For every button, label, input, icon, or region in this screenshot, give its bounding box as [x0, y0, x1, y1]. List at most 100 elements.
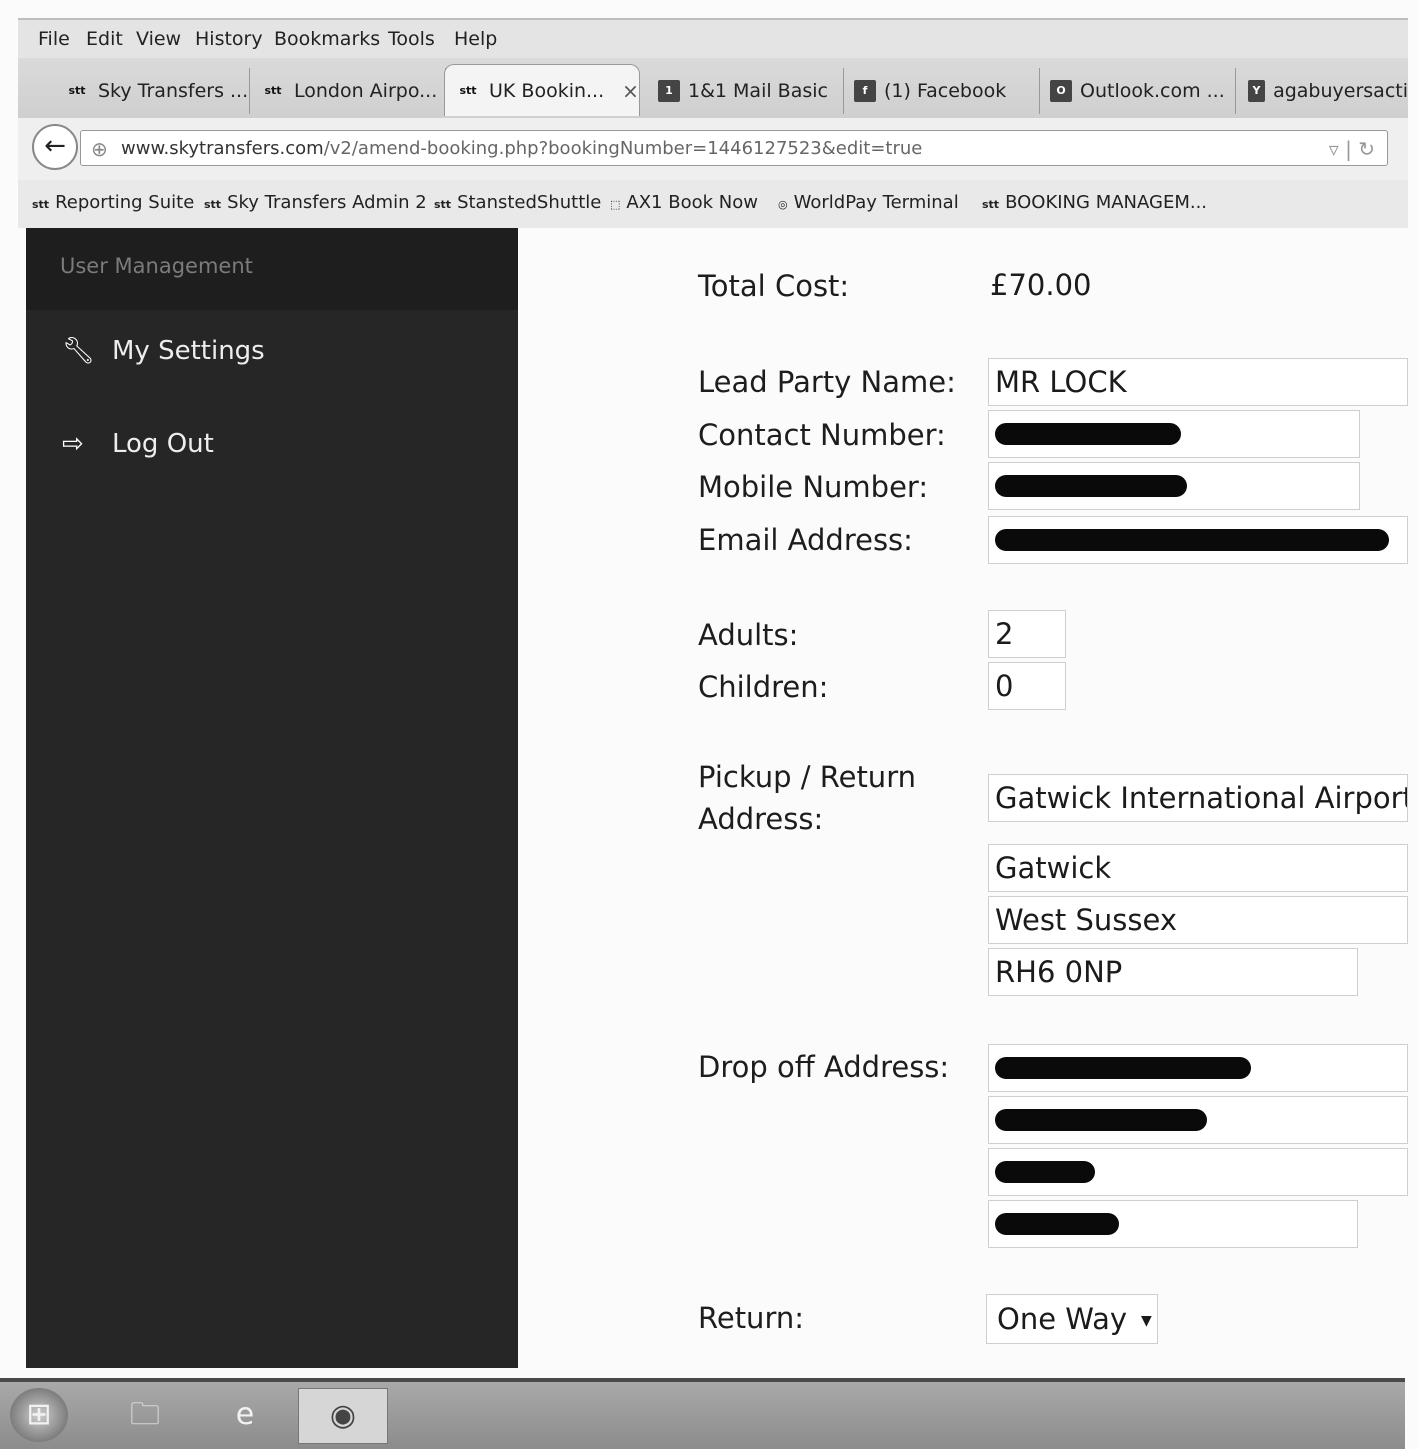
dropoff-address-label: Drop off Address:	[698, 1050, 950, 1084]
pickup-address-line2-input[interactable]: Gatwick	[988, 844, 1408, 892]
lead-party-input[interactable]: MR LOCK	[988, 358, 1408, 406]
pickup-postcode-value: RH6 0NP	[995, 955, 1123, 989]
tab-london-airport[interactable]: stt London Airpo...	[250, 68, 446, 114]
outlook-icon: O	[1050, 80, 1072, 102]
bookmarks-bar: stt Reporting Suite stt Sky Transfers Admi…	[18, 180, 1408, 228]
pickup-postcode-input[interactable]: RH6 0NP	[988, 948, 1358, 996]
tab-label: Outlook.com ...	[1080, 80, 1225, 102]
bookmark-stansted[interactable]: stt StanstedShuttle	[434, 192, 601, 213]
redaction-mark	[995, 475, 1187, 497]
pickup-address-label-line2: Address:	[698, 802, 824, 836]
email-address-input[interactable]	[988, 516, 1408, 564]
mobile-number-input[interactable]	[988, 462, 1360, 510]
navigation-bar: ← ⊕ www.skytransfers.com/v2/amend-bookin…	[18, 118, 1408, 180]
dropoff-address-line3-input[interactable]	[988, 1148, 1408, 1196]
folder-icon: 🗀	[130, 1397, 160, 1432]
tab-bar: stt Sky Transfers ... stt London Airpo..…	[18, 58, 1408, 118]
dropoff-address-line1-input[interactable]	[988, 1044, 1408, 1092]
adults-value: 2	[995, 617, 1014, 651]
children-label: Children:	[698, 670, 829, 704]
bookmark-label: Reporting Suite	[55, 192, 195, 213]
bookmark-reporting-suite[interactable]: stt Reporting Suite	[32, 192, 194, 213]
start-button[interactable]: ⊞	[10, 1388, 68, 1442]
sidebar-header: User Management	[26, 228, 518, 310]
bookmark-ax1[interactable]: ⬚ AX1 Book Now	[610, 192, 758, 213]
windows-taskbar: ⊞ 🗀 e ◉	[0, 1378, 1405, 1449]
tab-sky-transfers[interactable]: stt Sky Transfers ...	[54, 68, 250, 114]
sidebar-title: User Management	[60, 254, 253, 278]
tab-label: 1&1 Mail Basic	[688, 80, 828, 102]
facebook-icon: f	[854, 80, 876, 102]
return-type-select[interactable]: One Way ▼	[986, 1294, 1158, 1344]
close-tab-icon[interactable]: ×	[622, 79, 639, 103]
children-value: 0	[995, 669, 1014, 703]
menu-help[interactable]: Help	[454, 28, 497, 50]
windows-logo-icon: ⊞	[26, 1397, 52, 1432]
menu-file[interactable]: File	[38, 28, 70, 50]
menu-history[interactable]: History	[195, 28, 263, 50]
total-cost-field[interactable]: £70.00	[988, 262, 1114, 310]
bookmark-label: AX1 Book Now	[626, 192, 758, 213]
sidebar-item-label: Log Out	[112, 429, 214, 459]
menu-bar: File Edit View History Bookmarks Tools H…	[18, 18, 1408, 60]
menu-bookmarks[interactable]: Bookmarks	[274, 28, 380, 50]
bookmark-label: WorldPay Terminal	[793, 192, 959, 213]
dropoff-address-line2-input[interactable]	[988, 1096, 1408, 1144]
redaction-mark	[995, 1057, 1251, 1079]
reload-icon[interactable]: ▿ | ↻	[1329, 131, 1375, 165]
total-cost-value: £70.00	[990, 268, 1092, 302]
pickup-line2-value: Gatwick	[995, 851, 1112, 885]
children-input[interactable]: 0	[988, 662, 1066, 710]
menu-view[interactable]: View	[136, 28, 181, 50]
contact-number-label: Contact Number:	[698, 418, 946, 452]
bookmark-sky-admin[interactable]: stt Sky Transfers Admin 2	[204, 192, 427, 213]
return-label: Return:	[698, 1301, 805, 1335]
dropoff-postcode-input[interactable]	[988, 1200, 1358, 1248]
redaction-mark	[995, 1161, 1095, 1183]
firefox-icon: ◉	[329, 1398, 357, 1433]
bookmark-worldpay[interactable]: ◎ WorldPay Terminal	[778, 192, 959, 213]
tab-facebook[interactable]: f (1) Facebook	[844, 68, 1040, 114]
firefox-taskbar-button[interactable]: ◉	[298, 1388, 388, 1444]
skytransfers-icon: stt	[204, 198, 222, 211]
menu-tools[interactable]: Tools	[388, 28, 435, 50]
sidebar-item-log-out[interactable]: ⇨ Log Out	[62, 429, 214, 459]
tab-yahoo[interactable]: Y agabuyersacti	[1238, 68, 1408, 114]
contact-number-input[interactable]	[988, 410, 1360, 458]
skytransfers-icon: stt	[459, 83, 477, 97]
menu-edit[interactable]: Edit	[86, 28, 123, 50]
pickup-address-line1-input[interactable]: Gatwick International Airport	[988, 774, 1408, 822]
yahoo-icon: Y	[1248, 80, 1266, 102]
return-type-value: One Way	[997, 1302, 1128, 1336]
adults-input[interactable]: 2	[988, 610, 1066, 658]
internet-explorer-icon: e	[235, 1397, 255, 1432]
pickup-address-line3-input[interactable]: West Sussex	[988, 896, 1408, 944]
tab-mail[interactable]: 1 1&1 Mail Basic	[648, 68, 844, 114]
bookmark-label: StanstedShuttle	[457, 192, 602, 213]
sidebar-item-my-settings[interactable]: 🔧︎ My Settings	[62, 336, 265, 366]
skytransfers-icon: stt	[264, 84, 282, 97]
sidebar-item-label: My Settings	[112, 336, 265, 366]
wrench-icon: 🔧︎	[62, 336, 96, 366]
mail-icon: 1	[658, 80, 680, 102]
skytransfers-icon: stt	[68, 84, 86, 97]
mobile-number-label: Mobile Number:	[698, 470, 929, 504]
pickup-address-label-line1: Pickup / Return	[698, 760, 916, 794]
page-icon: ⬚	[610, 198, 621, 211]
tab-outlook[interactable]: O Outlook.com ...	[1040, 68, 1236, 114]
url-host: www.skytransfers.com	[121, 138, 324, 159]
bookmark-label: BOOKING MANAGEM...	[1005, 192, 1208, 213]
internet-explorer-taskbar-button[interactable]: e	[210, 1388, 280, 1442]
tab-label: agabuyersacti	[1273, 80, 1408, 102]
bookmark-booking-management[interactable]: stt BOOKING MANAGEM...	[982, 192, 1207, 213]
skytransfers-icon: stt	[434, 198, 452, 211]
file-explorer-taskbar-button[interactable]: 🗀	[110, 1388, 180, 1442]
pickup-line1-value: Gatwick International Airport	[995, 781, 1408, 815]
tab-uk-booking[interactable]: stt UK Bookin... ×	[444, 64, 640, 116]
back-button[interactable]: ←	[32, 124, 78, 170]
bookmark-label: Sky Transfers Admin 2	[227, 192, 427, 213]
tab-label: UK Bookin...	[489, 79, 605, 102]
globe-icon: ⊕	[91, 137, 108, 161]
adults-label: Adults:	[698, 618, 799, 652]
url-bar[interactable]: ⊕ www.skytransfers.com/v2/amend-booking.…	[80, 130, 1388, 166]
